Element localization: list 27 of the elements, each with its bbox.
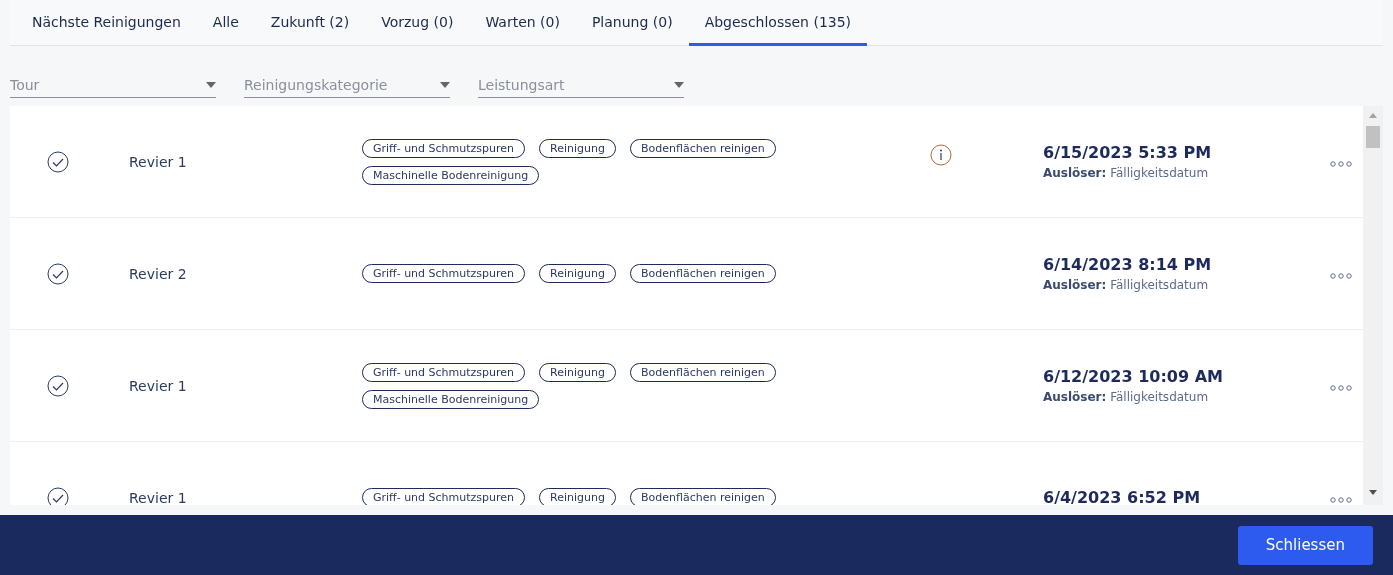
caret-icon bbox=[674, 82, 684, 88]
more-icon[interactable] bbox=[1330, 385, 1352, 391]
date-time: 6/15/2023 5:33 PM bbox=[1043, 143, 1213, 162]
date-time: 6/14/2023 8:14 PM bbox=[1043, 255, 1213, 274]
more-icon[interactable] bbox=[1330, 273, 1352, 279]
tab[interactable]: Alle bbox=[196, 0, 255, 46]
area-name: Revier 1 bbox=[128, 489, 188, 505]
trigger-text: Auslöser: Fälligkeitsdatum bbox=[1043, 390, 1210, 404]
caret-icon bbox=[440, 82, 450, 88]
caret-icon bbox=[206, 82, 216, 88]
date-time: 6/4/2023 6:52 PM bbox=[1043, 488, 1202, 505]
tab[interactable]: Abgeschlossen (135) bbox=[688, 0, 868, 46]
tab[interactable]: Nächste Reinigungen bbox=[16, 0, 197, 46]
area-name: Revier 2 bbox=[128, 265, 188, 282]
more-icon[interactable] bbox=[1330, 161, 1352, 167]
area-name: Revier 1 bbox=[128, 153, 188, 170]
tab[interactable]: Planung (0) bbox=[575, 0, 689, 46]
tab[interactable]: Vorzug (0) bbox=[365, 0, 470, 46]
date-time: 6/12/2023 10:09 AM bbox=[1043, 367, 1224, 386]
more-icon[interactable] bbox=[1330, 497, 1352, 503]
info-icon[interactable] bbox=[930, 144, 952, 166]
trigger-text: Auslöser: Fälligkeitsdatum bbox=[1043, 166, 1210, 180]
close-button[interactable]: Schliessen bbox=[1237, 525, 1373, 565]
tab[interactable]: Warten (0) bbox=[469, 0, 576, 46]
area-name: Revier 1 bbox=[128, 377, 188, 394]
trigger-text: Auslöser: Fälligkeitsdatum bbox=[1043, 278, 1210, 292]
tab[interactable]: Zukunft (2) bbox=[254, 0, 366, 46]
